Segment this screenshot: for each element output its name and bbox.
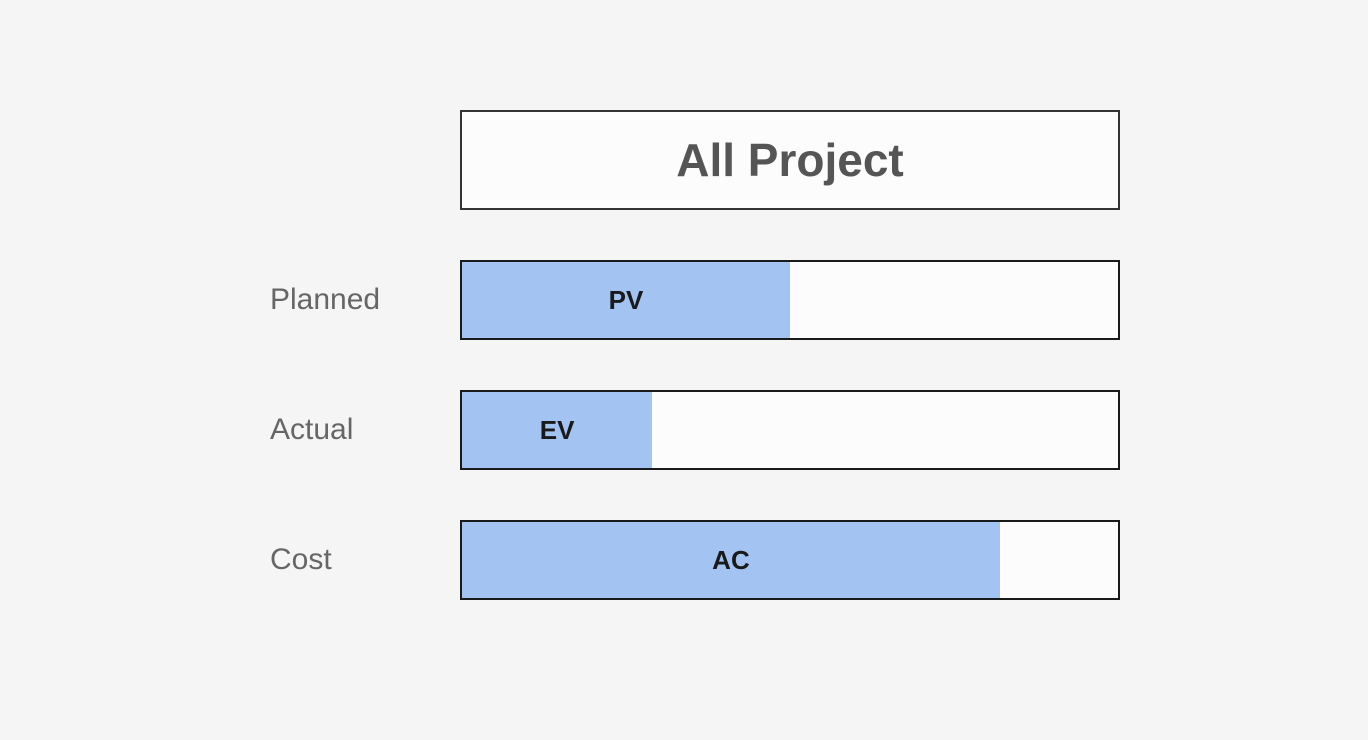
bar-fill-label-cost: AC xyxy=(712,545,750,576)
label-actual: Actual xyxy=(270,413,450,447)
label-planned: Planned xyxy=(270,283,450,317)
bar-fill-label-planned: PV xyxy=(609,285,644,316)
bar-fill-cost: AC xyxy=(462,522,1000,598)
title-text: All Project xyxy=(676,133,904,187)
bar-fill-planned: PV xyxy=(462,262,790,338)
label-cost: Cost xyxy=(270,543,450,577)
title-box: All Project xyxy=(460,110,1120,210)
bar-outer-planned: PV xyxy=(460,260,1120,340)
bar-outer-cost: AC xyxy=(460,520,1120,600)
bar-fill-label-actual: EV xyxy=(540,415,575,446)
bar-fill-actual: EV xyxy=(462,392,652,468)
bar-outer-actual: EV xyxy=(460,390,1120,470)
